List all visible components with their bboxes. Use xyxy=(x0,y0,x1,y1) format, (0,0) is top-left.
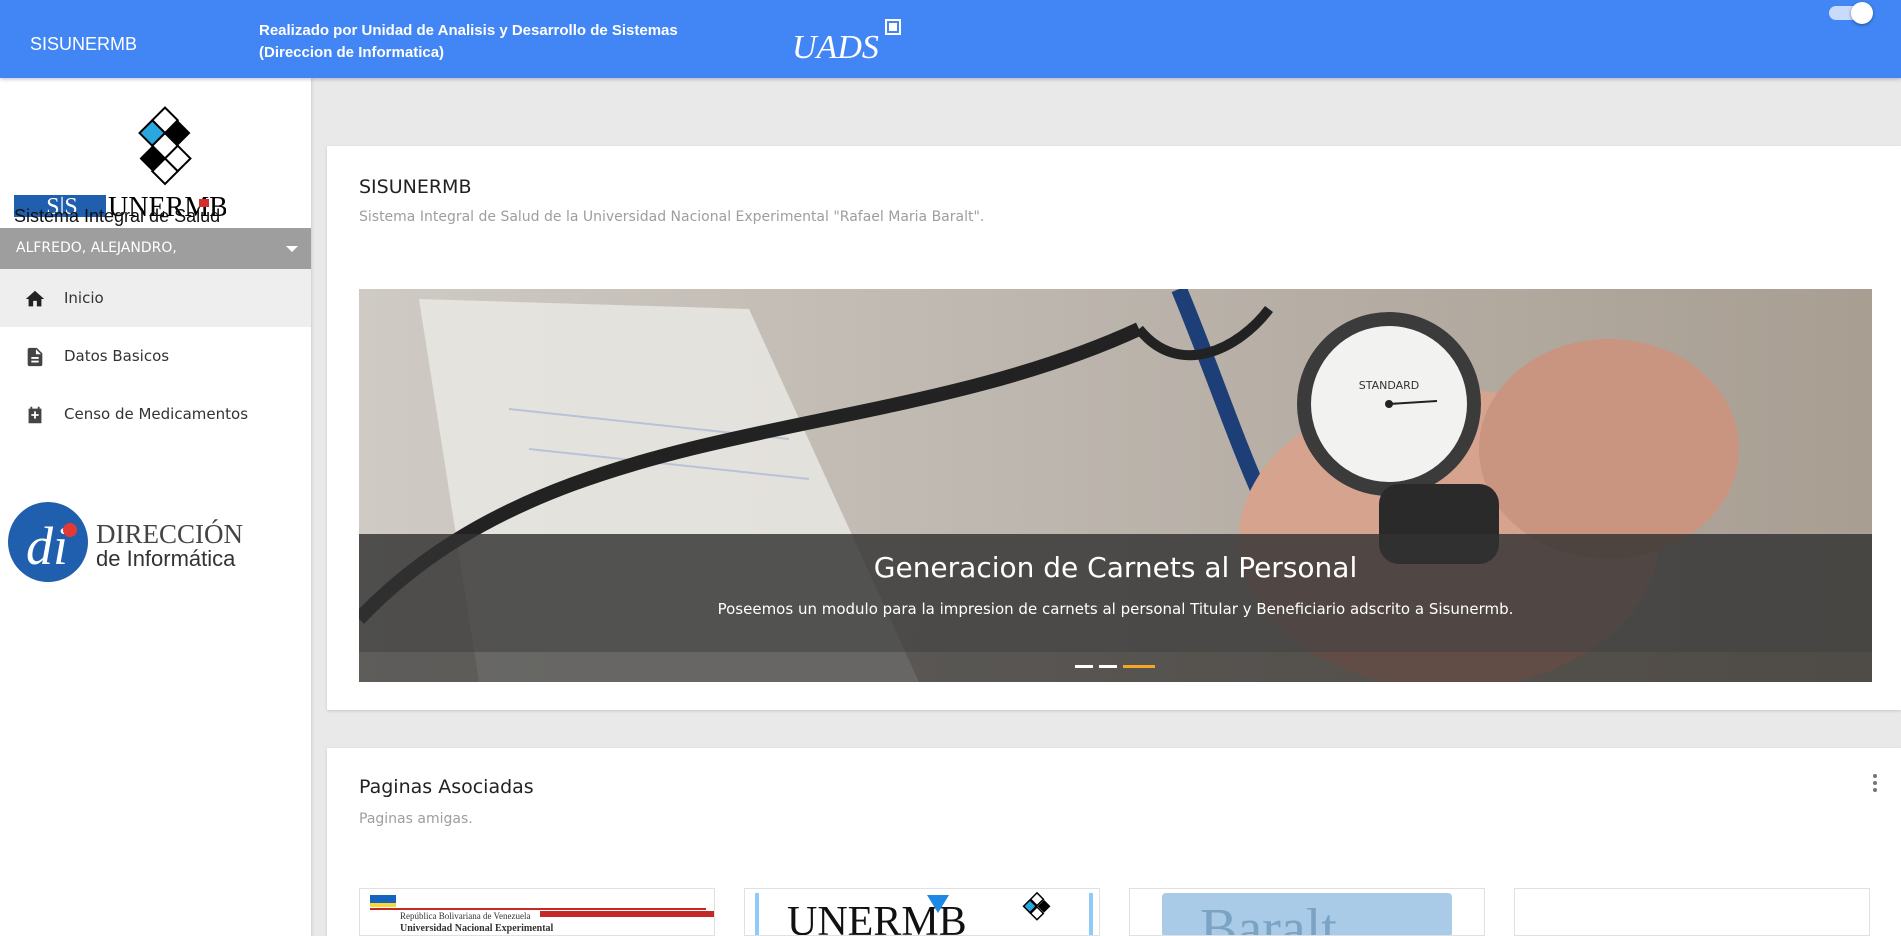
sidebar: S|S UNERMB Sistema Integral de Salud ALF… xyxy=(0,78,311,936)
sidebar-item-label: Censo de Medicamentos xyxy=(64,405,249,423)
associated-page-thumb-empty[interactable] xyxy=(1514,888,1870,936)
card-subtitle: Paginas amigas. xyxy=(359,811,473,827)
baralt-thumb-text: Baralt xyxy=(1200,898,1337,936)
info-card: SISUNERMB Sistema Integral de Salud de l… xyxy=(327,146,1901,710)
unermb-banner-image: República Bolivariana de Venezuela Unive… xyxy=(370,895,714,934)
credit-line-1: Realizado por Unidad de Analisis y Desar… xyxy=(259,22,678,39)
unermb-banner-line2: Universidad Nacional Experimental xyxy=(400,923,554,934)
card-subtitle: Sistema Integral de Salud de la Universi… xyxy=(359,209,985,225)
associated-page-thumb-unermb-banner[interactable]: República Bolivariana de Venezuela Unive… xyxy=(359,888,715,936)
sidebar-item-inicio[interactable]: Inicio xyxy=(0,269,311,327)
credit-text: Realizado por Unidad de Analisis y Desar… xyxy=(259,20,678,64)
top-app-bar: SISUNERMB Realizado por Unidad de Analis… xyxy=(0,0,1901,78)
uads-logo: UADS xyxy=(792,19,901,66)
more-vert-icon[interactable] xyxy=(1872,774,1878,794)
app-brand[interactable]: SISUNERMB xyxy=(30,34,137,55)
baralt-image: Baralt xyxy=(1130,889,1484,936)
di-logo-line2: de Informática xyxy=(96,546,236,571)
carousel-indicator-2[interactable] xyxy=(1099,665,1117,668)
associated-page-thumb-unermb[interactable]: UNERMB xyxy=(744,888,1100,936)
caret-down-icon xyxy=(286,246,298,252)
unermb-logo-image: UNERMB xyxy=(755,891,1093,935)
toggle-knob xyxy=(1851,2,1873,24)
slide-title: Generacion de Carnets al Personal xyxy=(873,551,1358,584)
document-icon xyxy=(27,347,43,367)
svg-text:di: di xyxy=(26,516,68,576)
slide-text: Poseemos un modulo para la impresion de … xyxy=(717,600,1514,618)
logo-caption: Sistema Integral de Salud xyxy=(14,206,221,226)
unermb-banner-line1: República Bolivariana de Venezuela xyxy=(400,911,531,921)
uads-logo-text: UADS xyxy=(792,29,879,66)
svg-text:STANDARD: STANDARD xyxy=(1359,379,1420,392)
sidebar-item-datos-basicos[interactable]: Datos Basicos xyxy=(0,327,311,385)
sidebar-item-label: Inicio xyxy=(64,289,104,307)
sidebar-item-censo-medicamentos[interactable]: Censo de Medicamentos xyxy=(0,385,311,443)
credit-line-2: (Direccion de Informatica) xyxy=(259,44,445,61)
card-title: Paginas Asociadas xyxy=(359,776,534,798)
associated-page-thumb-baralt[interactable]: Baralt xyxy=(1129,888,1485,936)
theme-toggle[interactable] xyxy=(1829,2,1873,24)
user-dropdown[interactable]: ALFREDO, ALEJANDRO, xyxy=(0,228,311,269)
carousel-indicator-1[interactable] xyxy=(1075,665,1093,668)
associated-pages-card: Paginas Asociadas Paginas amigas. Repúbl… xyxy=(327,748,1901,936)
carousel-indicator-3[interactable] xyxy=(1123,665,1155,668)
user-name: ALFREDO, ALEJANDRO, xyxy=(16,240,177,256)
direccion-informatica-logo: di DIRECCIÓN de Informática xyxy=(8,502,243,582)
home-icon xyxy=(25,290,45,307)
di-logo-line1: DIRECCIÓN xyxy=(96,519,243,549)
medical-kit-icon xyxy=(28,406,42,424)
card-title: SISUNERMB xyxy=(359,176,472,198)
image-carousel[interactable]: STANDARD Generacion de Carnets al Person… xyxy=(359,289,1872,682)
sidebar-item-label: Datos Basicos xyxy=(64,347,170,365)
